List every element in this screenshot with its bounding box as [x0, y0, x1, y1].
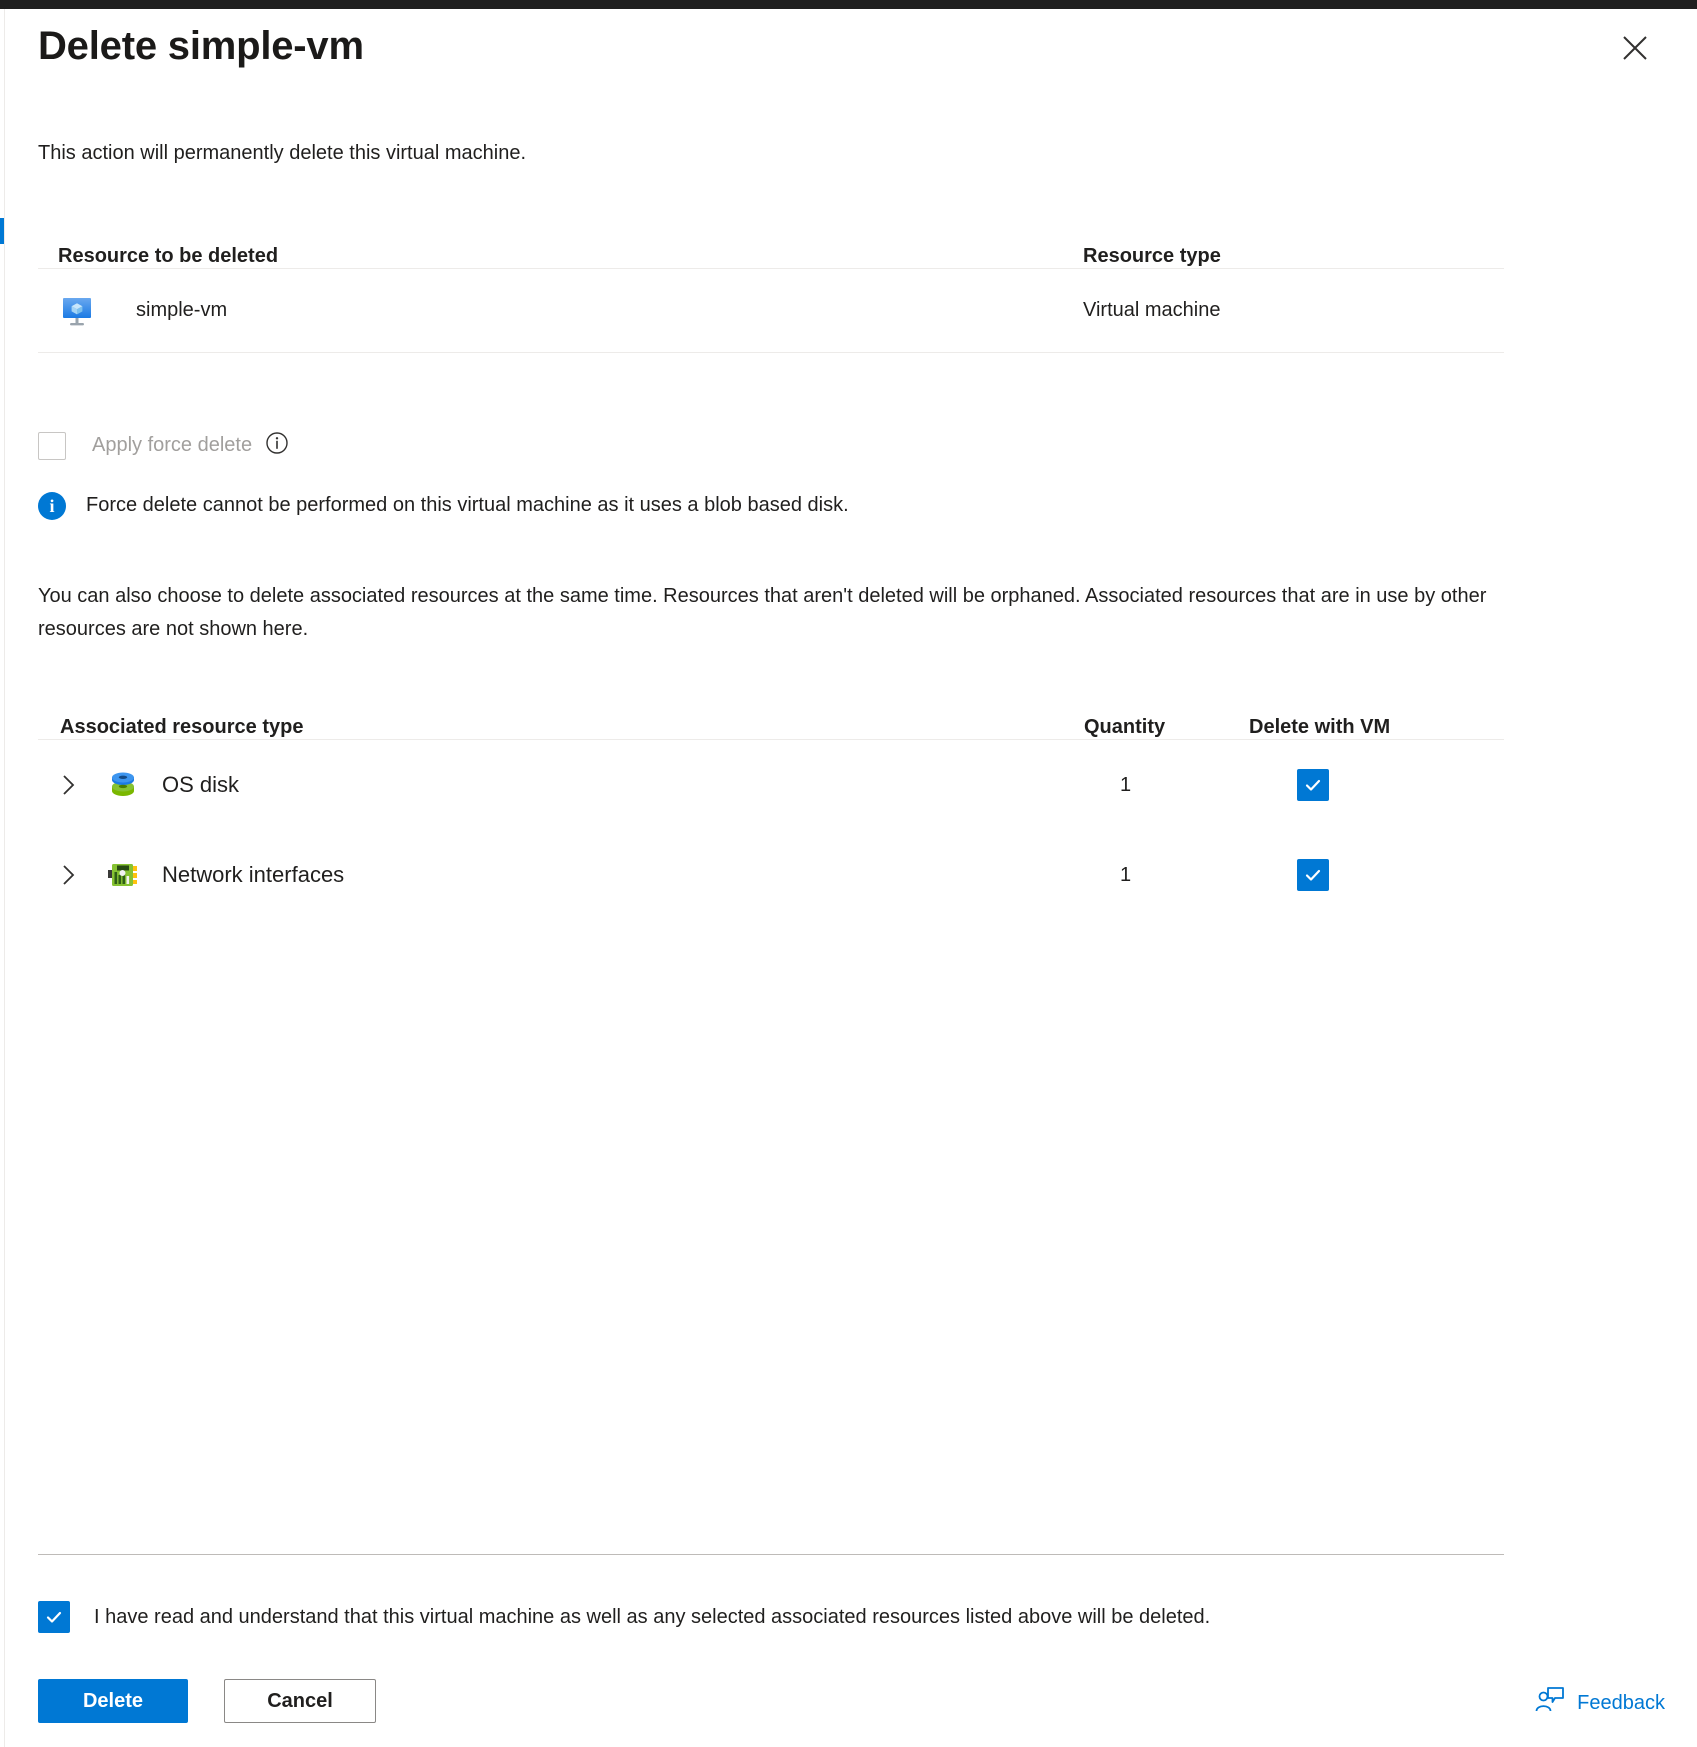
disk-icon	[106, 768, 140, 802]
title-bar	[0, 0, 1697, 9]
acknowledgement-row: I have read and understand that this vir…	[38, 1601, 1210, 1633]
force-delete-info-text: Force delete cannot be performed on this…	[86, 494, 849, 516]
chevron-right-icon[interactable]	[60, 862, 90, 888]
feedback-link[interactable]: Feedback	[1535, 1686, 1665, 1720]
column-header-associated-type: Associated resource type	[60, 716, 304, 738]
column-header-quantity: Quantity	[1084, 716, 1166, 738]
footer-divider	[38, 1554, 1504, 1555]
table-row: simple-vm Virtual machine	[38, 269, 1504, 353]
resource-name-cell: simple-vm	[58, 292, 1083, 330]
intro-text: This action will permanently delete this…	[38, 142, 526, 164]
page-title: Delete simple-vm	[38, 24, 364, 68]
resource-name-label: simple-vm	[136, 299, 228, 321]
associated-table-header: Associated resource type Quantity Delete…	[38, 688, 1504, 740]
apply-force-delete-checkbox	[38, 431, 66, 460]
associated-type-label: Network interfaces	[162, 862, 345, 887]
blade-accent-marker	[0, 218, 4, 244]
associated-type-cell: OS disk	[60, 768, 1084, 802]
delete-with-vm-checkbox[interactable]	[1297, 769, 1329, 801]
force-delete-info-message: i Force delete cannot be performed on th…	[38, 491, 849, 520]
info-filled-icon: i	[38, 492, 66, 520]
resource-type-label: Virtual machine	[1083, 299, 1221, 321]
cancel-button[interactable]: Cancel	[224, 1679, 376, 1723]
resource-to-delete-table: Resource to be deleted Resource type sim…	[38, 215, 1504, 353]
apply-force-delete-label: Apply force delete	[92, 434, 253, 456]
feedback-label: Feedback	[1577, 1691, 1665, 1714]
delete-with-vm-cell	[1249, 769, 1329, 801]
left-rail	[0, 9, 5, 1747]
acknowledgement-checkbox[interactable]	[38, 1601, 70, 1633]
apply-force-delete-row: Apply force delete	[38, 430, 290, 461]
delete-with-vm-cell	[1249, 859, 1329, 891]
associated-quantity: 1	[1120, 863, 1132, 886]
close-icon[interactable]	[1613, 26, 1657, 70]
virtual-machine-icon	[58, 292, 96, 330]
delete-with-vm-checkbox[interactable]	[1297, 859, 1329, 891]
network-interface-icon	[106, 858, 140, 892]
info-icon[interactable]	[264, 430, 290, 461]
table-row: Network interfaces 1	[38, 830, 1504, 920]
resource-table-header: Resource to be deleted Resource type	[38, 215, 1504, 269]
associated-resources-table: Associated resource type Quantity Delete…	[38, 688, 1504, 920]
column-header-resource-name: Resource to be deleted	[58, 245, 279, 267]
associated-quantity: 1	[1120, 773, 1132, 796]
feedback-person-icon	[1535, 1686, 1565, 1720]
associated-type-cell: Network interfaces	[60, 858, 1084, 892]
column-header-resource-type: Resource type	[1083, 245, 1221, 267]
associated-type-label: OS disk	[162, 772, 240, 797]
associated-resources-note: You can also choose to delete associated…	[38, 585, 1487, 640]
delete-button[interactable]: Delete	[38, 1679, 188, 1723]
column-header-delete-with-vm: Delete with VM	[1249, 716, 1391, 738]
chevron-right-icon[interactable]	[60, 772, 90, 798]
table-row: OS disk 1	[38, 740, 1504, 830]
acknowledgement-label: I have read and understand that this vir…	[94, 1605, 1211, 1628]
footer-buttons: Delete Cancel	[38, 1679, 376, 1723]
